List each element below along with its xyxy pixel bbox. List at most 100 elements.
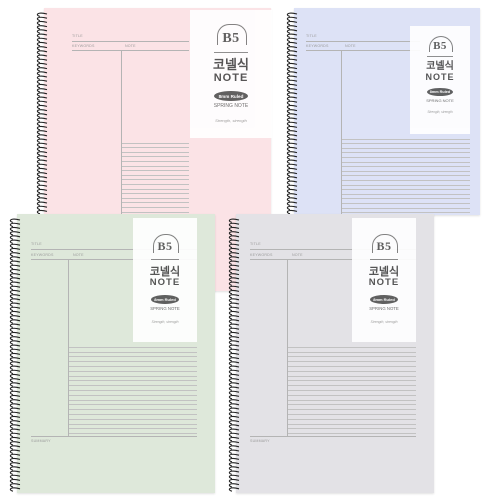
arch-frame [217,24,247,45]
ruled-line [342,143,470,145]
spiral-loop [286,62,298,68]
spiral-loop [228,294,240,299]
spiral-loop [286,104,298,110]
spiral-loop [9,306,21,312]
ruled-line [69,361,197,363]
spiral-loop [228,315,240,320]
spiral-loop [286,134,298,139]
spiral-loop [228,247,240,253]
spiral-loop [9,331,21,337]
spiral-loop [286,29,298,34]
title-english: NOTE [149,277,181,289]
divider [427,56,453,57]
notebook-gray: TITLE KEYWORDS NOTE SUMMARY B5 코넬식 NOTE … [228,214,434,493]
notebook-lavender: TITLE KEYWORDS NOTE B5 코넬식 NOTE 8mm Rule… [286,8,480,215]
product-label-card: B5 코넬식 NOTE 8mm Ruled SPRING NOTE Streng… [352,218,416,342]
type-label: SPRING NOTE [213,103,249,110]
spiral-loop [228,399,240,404]
ruled-line [122,202,189,204]
title-english: NOTE [425,72,455,83]
note-label: NOTE [292,253,303,257]
ruled-line [69,414,197,415]
title-english: NOTE [213,72,249,85]
spiral-loop [9,441,21,446]
ruled-line [288,404,416,406]
title-english: NOTE [368,277,400,289]
ruled-line [288,356,416,358]
spiral-loop [228,235,240,240]
spiral-loop [9,260,21,265]
spiral-loop [9,310,21,316]
type-label: SPRING NOTE [369,305,399,311]
ruled-line [122,156,189,158]
spiral-loop [9,382,21,387]
ruled-line [69,418,197,420]
spiral-loop [9,462,21,467]
ruled-line [288,380,416,382]
spiral-loop [228,432,240,438]
spiral-loop [286,201,298,206]
summary-rule [250,436,416,437]
spiral-loop [228,260,240,265]
spiral-loop [228,277,240,282]
ruled-line [122,184,189,185]
spiral-loop [9,222,21,228]
spiral-loop [286,184,298,190]
ruled-line [69,346,197,348]
spiral-loop [286,121,298,127]
spiral-loop [228,281,240,286]
spiral-loop [9,415,21,421]
divider [214,52,248,53]
spiral-loop [228,327,240,333]
title-label: TITLE [306,34,317,38]
ruling-badge: 8mm Ruled [370,294,398,304]
title-korean: 코넬식 [149,264,181,278]
header-rule [72,50,189,51]
spiral-loop [286,188,298,194]
ruled-line [342,147,470,149]
spiral-loop [9,369,21,375]
spiral-loop [286,71,298,76]
spiral-loop [228,302,240,307]
spiral-loop [9,218,21,223]
spiral-loop [9,428,21,433]
ruled-line [122,211,189,213]
spiral-loop [286,16,298,22]
summary-label: SUMMARY [31,439,51,443]
ruled-line [69,423,197,425]
spiral-loop [286,58,298,64]
spiral-loop [228,420,240,425]
spiral-loop [9,285,21,291]
spiral-loop [286,180,298,185]
ruled-line [69,433,197,435]
ruled-line [342,161,470,163]
spiral-loop [286,54,298,59]
spiral-loop [286,37,298,43]
header-rule [306,50,420,51]
ruled-line [288,433,416,435]
spiral-loop [9,474,21,480]
type-label: SPRING NOTE [426,98,454,104]
spiral-loop [228,306,240,312]
ruled-line [69,428,197,430]
spiral-loop [286,176,298,181]
ruled-line [342,207,470,209]
spiral-loop [228,457,240,463]
spiral-loop [9,449,21,454]
spiral-loop [228,394,240,400]
ruled-line [122,174,189,176]
ruled-line [69,370,197,372]
type-label: SPRING NOTE [150,305,180,311]
spiral-loop [228,361,240,366]
ruled-line [342,193,470,195]
spiral-loop [9,239,21,244]
title-label: TITLE [250,242,261,246]
slogan: Strength, strength [151,319,179,324]
spiral-loop [228,256,240,261]
spiral-loop [9,436,21,442]
spiral-loop [228,453,240,459]
ruled-line [342,166,470,168]
spiral-loop [9,453,21,459]
spiral-loop [286,138,298,143]
ruled-line [342,170,470,172]
